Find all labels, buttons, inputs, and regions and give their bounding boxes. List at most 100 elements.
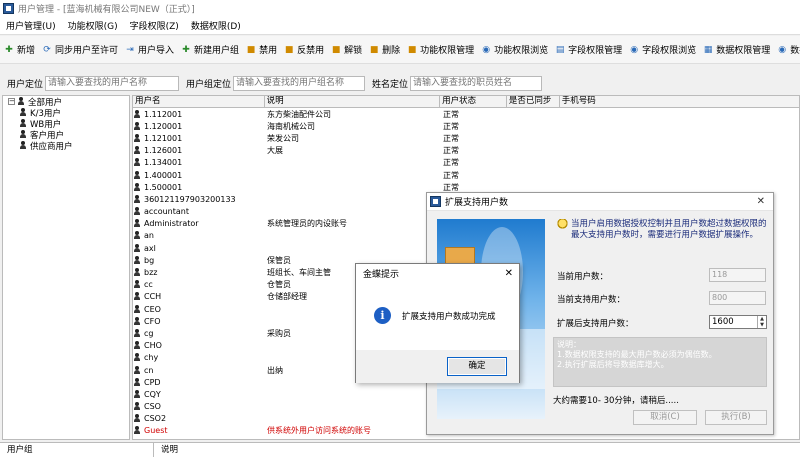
- menu-user[interactable]: 用户管理(U): [0, 19, 62, 32]
- user-icon: [133, 414, 141, 423]
- toolbar-button-5[interactable]: ■ 反禁用: [284, 43, 325, 57]
- collapse-icon[interactable]: −: [8, 98, 15, 105]
- user-icon: [133, 158, 141, 167]
- toolbar-button-11[interactable]: ◉ 字段权限浏览: [629, 43, 697, 57]
- toolbar-button-3[interactable]: ✚ 新建用户组: [181, 43, 240, 57]
- cell-username: cc: [144, 280, 153, 290]
- menu-data-permission[interactable]: 数据权限(D): [185, 19, 247, 32]
- col-username[interactable]: 用户名: [133, 96, 265, 107]
- toolbar-button-0[interactable]: ✚ 新增: [4, 43, 36, 57]
- col-description[interactable]: 说明: [265, 96, 441, 107]
- table-row[interactable]: 1.112001 东方柴油配件公司 正常: [133, 108, 799, 120]
- tree-item[interactable]: K/3用户: [3, 107, 129, 119]
- after-expand-label: 扩展后支持用户数：: [557, 319, 634, 329]
- group-add-icon: ✚: [182, 44, 190, 55]
- cell-username: CEO: [144, 304, 161, 314]
- lightbulb-icon: [557, 219, 568, 230]
- user-icon: [133, 243, 141, 253]
- user-group-icon: [19, 108, 27, 117]
- sync-icon: ⟳: [43, 44, 51, 55]
- table-row[interactable]: 1.400001 正常: [133, 169, 799, 181]
- cell-username: CSO: [144, 402, 161, 412]
- group-locate-label: 用户组定位: [186, 79, 232, 90]
- user-icon: [133, 389, 141, 399]
- toolbar-button-12[interactable]: ▦ 数据权限管理: [703, 43, 770, 57]
- user-icon: [133, 402, 141, 411]
- group-locate-input[interactable]: [233, 75, 366, 91]
- toolbar: ✚ 新增 ⟳ 同步用户至许可 ⇥ 用户导入 ✚ 新建用户组 ■ 禁用 ■ 反禁用 ■ 解锁 ■ 删除 ■ 功能权限…: [0, 36, 800, 64]
- toolbar-button-4[interactable]: ■ 禁用: [246, 43, 277, 57]
- info-icon: i: [374, 307, 391, 324]
- toolbar-button-6[interactable]: ■ 解锁: [331, 43, 362, 57]
- user-icon: [133, 182, 141, 192]
- cell-username: axl: [144, 243, 156, 253]
- cell-username: 1.400001: [144, 170, 183, 180]
- col-group[interactable]: 用户组: [0, 443, 154, 457]
- close-icon[interactable]: ✕: [505, 268, 513, 279]
- spinner-arrows-icon[interactable]: ▲ ▼: [757, 316, 766, 328]
- tree-item[interactable]: WB用户: [3, 118, 129, 130]
- run-button[interactable]: 执行(B): [705, 410, 767, 425]
- toolbar-button-2[interactable]: ⇥ 用户导入: [125, 43, 175, 57]
- cell-status: 正常: [443, 158, 459, 168]
- cell-status: 正常: [443, 133, 459, 143]
- notes-box: 说明： 1.数据权限支持的最大用户数必须为偶倍数。 2.执行扩展后将导数据库增大…: [553, 337, 767, 387]
- wait-text: 大约需要10- 30分钟，请稍后.....: [553, 396, 679, 406]
- close-icon[interactable]: ✕: [757, 196, 765, 207]
- col-synced[interactable]: 是否已同步: [507, 96, 560, 107]
- dialog-title: 扩展支持用户数: [445, 198, 509, 208]
- toolbar-button-label: 新建用户组: [194, 46, 240, 56]
- toolbar-button-10[interactable]: ▤ 字段权限管理: [555, 43, 622, 57]
- ok-button[interactable]: 确定: [447, 357, 507, 376]
- browse-icon: ◉: [778, 44, 787, 55]
- cell-username: 1.121001: [144, 133, 183, 143]
- tree-item[interactable]: 供应商用户: [3, 140, 129, 152]
- cell-username: CFO: [144, 316, 161, 326]
- toolbar-button-label: 新增: [17, 46, 36, 56]
- cell-username: CHO: [144, 341, 162, 351]
- user-icon: [133, 292, 141, 301]
- menu-function-permission[interactable]: 功能权限(G): [62, 19, 124, 32]
- col-group-description[interactable]: 说明: [154, 443, 354, 457]
- data-icon: ▦: [703, 44, 713, 55]
- toolbar-button-label: 功能权限浏览: [494, 46, 549, 56]
- grid-header: 用户名 说明 用户状态 是否已同步 手机号码: [133, 96, 799, 108]
- table-row[interactable]: 1.121001 荣发公司 正常: [133, 132, 799, 144]
- cell-username: 1.134001: [144, 158, 183, 168]
- user-locate-input[interactable]: [45, 75, 180, 91]
- cell-description: 荣发公司: [267, 133, 299, 143]
- cell-status: 正常: [443, 121, 459, 131]
- toolbar-button-8[interactable]: ■ 功能权限管理: [407, 43, 475, 57]
- enable-icon: ■: [284, 44, 294, 55]
- table-row[interactable]: 1.120001 海南机械公司 正常: [133, 120, 799, 132]
- table-row[interactable]: 1.134001 正常: [133, 157, 799, 169]
- toolbar-button-13[interactable]: ◉数据: [777, 43, 800, 57]
- toolbar-button-1[interactable]: ⟳ 同步用户至许可: [42, 43, 118, 57]
- tree-root[interactable]: − 全部用户: [3, 96, 129, 108]
- toolbar-button-7[interactable]: ■ 删除: [369, 43, 400, 57]
- cell-username: Guest: [144, 426, 168, 436]
- cancel-button[interactable]: 取消(C): [633, 410, 697, 425]
- cell-username: 360121197903200133: [144, 194, 236, 204]
- col-status[interactable]: 用户状态: [440, 96, 507, 107]
- table-row[interactable]: 1.126001 大展 正常: [133, 145, 799, 157]
- user-icon: [133, 207, 141, 216]
- user-icon: [133, 328, 141, 338]
- user-icon: [133, 133, 141, 143]
- table-row[interactable]: 正常: [133, 437, 799, 439]
- toolbar-button-label: 用户导入: [138, 46, 175, 56]
- dialog-description: 当用户启用数据授权控制并且用户数超过数据权限的最大支持用户数时，需要进行用户数据…: [557, 219, 769, 241]
- toolbar-button-label: 字段权限浏览: [642, 46, 697, 56]
- toolbar-button-9[interactable]: ◉ 功能权限浏览: [481, 43, 549, 57]
- cell-username: cn: [144, 365, 154, 375]
- employee-locate-input[interactable]: [410, 75, 543, 91]
- after-expand-stepper[interactable]: 1600 ▲ ▼: [709, 315, 767, 329]
- current-users-field: 118: [709, 268, 766, 282]
- cell-status: 正常: [443, 170, 459, 180]
- tree-item[interactable]: 客户用户: [3, 129, 129, 141]
- menu-field-permission[interactable]: 字段权限(Z): [124, 19, 185, 32]
- toolbar-button-label: 功能权限管理: [420, 46, 475, 56]
- col-mobile[interactable]: 手机号码: [560, 96, 799, 107]
- toolbar-button-label: 反禁用: [297, 46, 325, 56]
- user-icon: [133, 268, 141, 277]
